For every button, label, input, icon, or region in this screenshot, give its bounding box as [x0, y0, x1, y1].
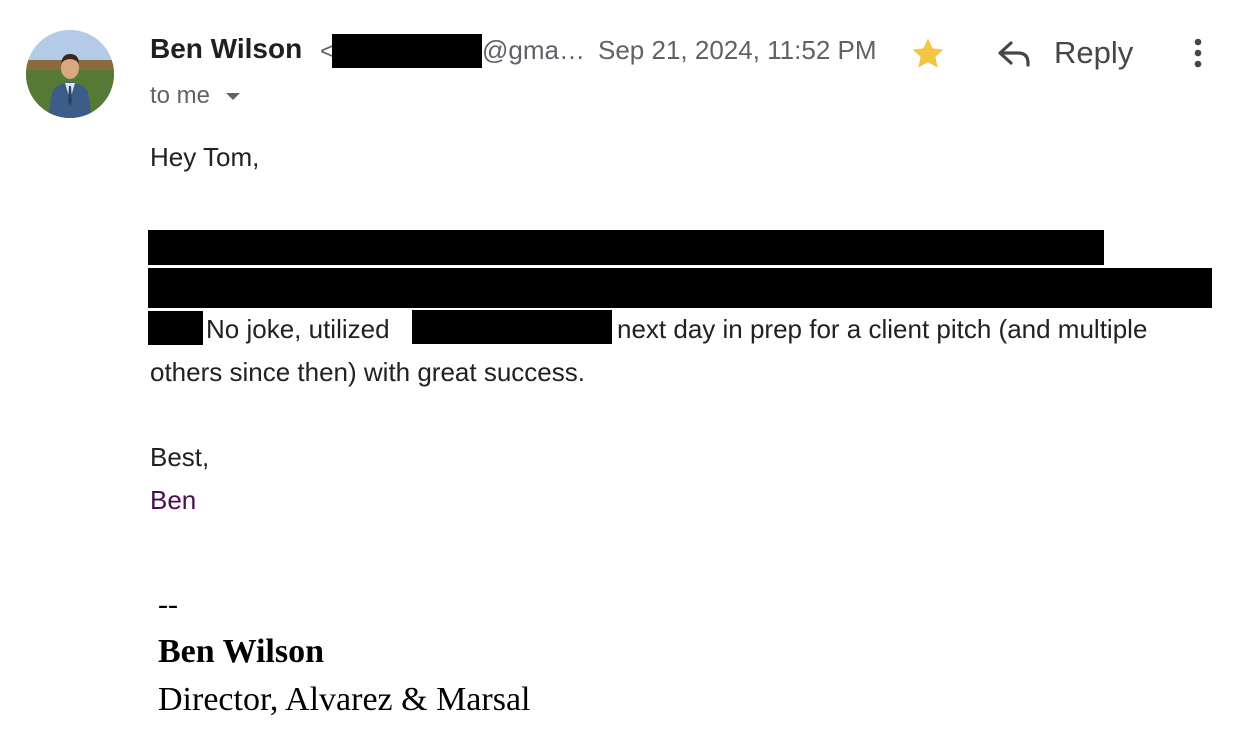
avatar-photo	[26, 30, 114, 118]
sender-avatar[interactable]	[26, 30, 114, 118]
redacted-product-name	[412, 310, 612, 344]
recipient-label: to me	[150, 82, 211, 109]
reply-icon	[998, 41, 1030, 67]
redacted-line-2	[148, 268, 1212, 308]
redacted-line-3-start	[148, 311, 203, 345]
signoff-name: Ben	[150, 485, 197, 515]
star-button[interactable]	[908, 34, 948, 74]
sender-name[interactable]: Ben Wilson	[150, 33, 302, 65]
body-line-4: others since then) with great success.	[150, 357, 585, 387]
closing: Best,	[150, 442, 210, 472]
body-line-3-part-2: next day in prep for a client pitch (and…	[617, 314, 1148, 344]
caret-down-icon	[226, 93, 241, 100]
body-line-3-part-1: No joke, utilized	[206, 314, 390, 344]
redacted-email-local-part	[332, 34, 482, 68]
reply-label: Reply	[1054, 35, 1134, 70]
signature-title: Director, Alvarez & Marsal	[158, 681, 531, 718]
recipient-details-toggle[interactable]: to me	[150, 82, 242, 110]
message-date[interactable]: Sep 21, 2024, 11:52 PM	[598, 35, 877, 66]
greeting: Hey Tom,	[150, 142, 260, 172]
sender-email[interactable]: @gma…	[482, 35, 585, 66]
signature-separator: --	[158, 588, 178, 621]
signature-name: Ben Wilson	[158, 633, 324, 670]
reply-button[interactable]: Reply	[996, 30, 1133, 76]
redacted-line-1	[148, 230, 1104, 265]
more-vert-icon	[1194, 38, 1202, 68]
more-options-button[interactable]	[1186, 36, 1210, 72]
star-icon	[912, 38, 944, 68]
